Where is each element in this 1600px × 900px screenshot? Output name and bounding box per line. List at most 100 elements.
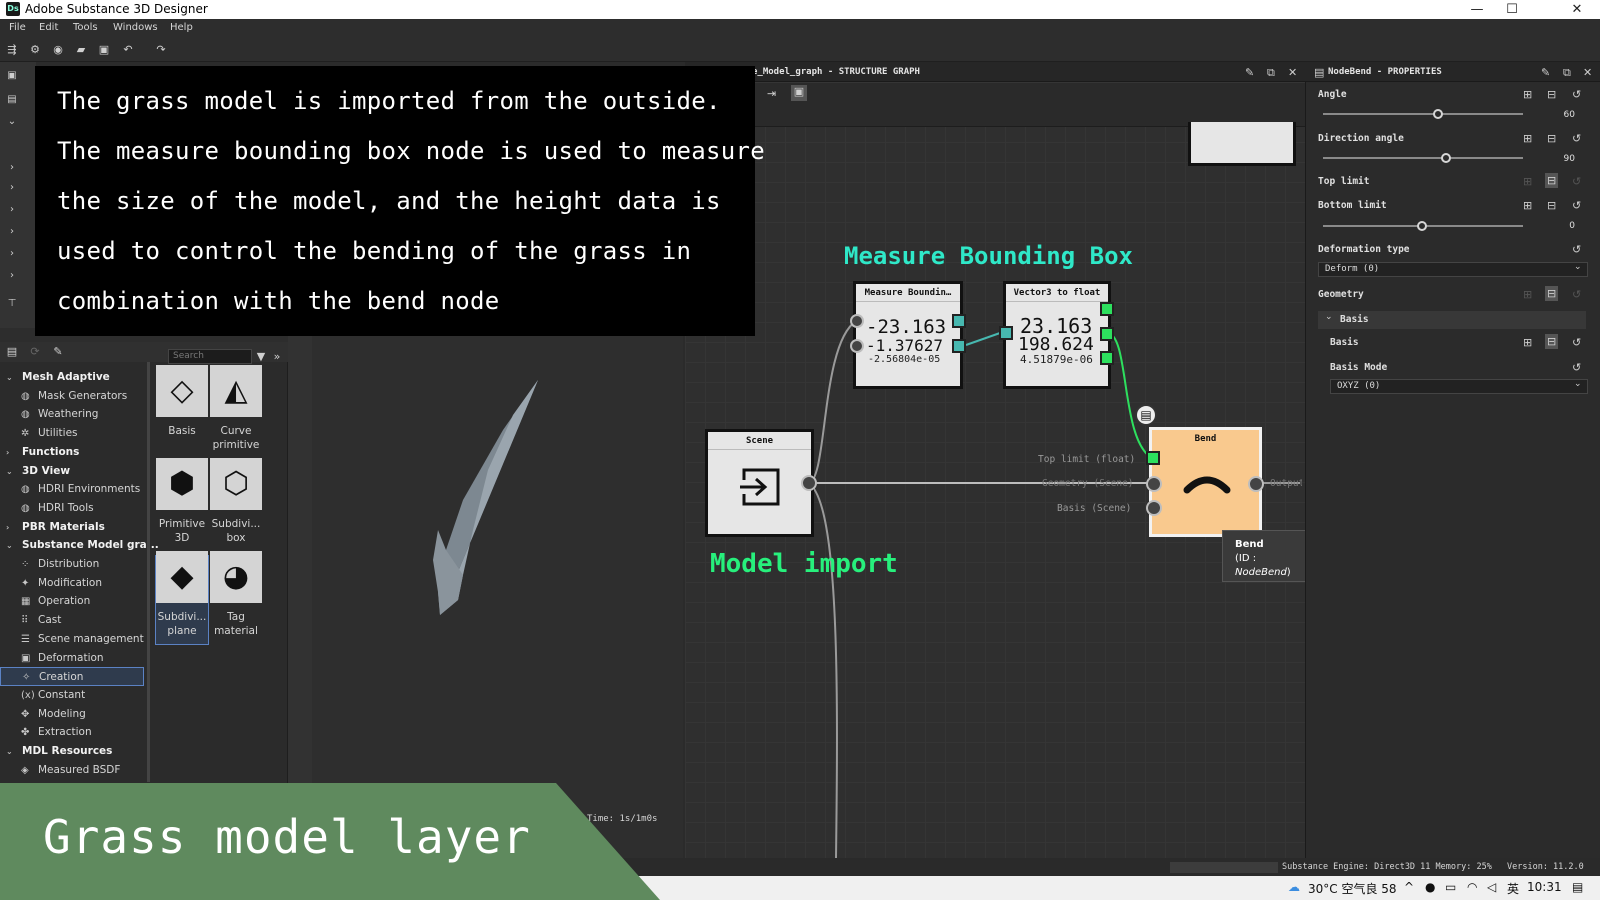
reset-icon[interactable]: ↺ — [1572, 132, 1581, 145]
direction-angle-slider[interactable] — [1323, 157, 1523, 159]
vector3-to-float-node[interactable]: Vector3 to float 23.163 198.624 4.51879e… — [1003, 281, 1111, 389]
tree-category[interactable]: ⌄ Substance Model gra... — [0, 536, 159, 555]
deformation-type-dropdown[interactable]: Deform (0) — [1318, 262, 1588, 277]
weather-icon[interactable]: ☁ — [1288, 880, 1300, 894]
comment-icon[interactable]: ▤ — [1135, 404, 1157, 426]
layout-icon[interactable]: ▣ — [791, 85, 807, 101]
library-tile[interactable]: ⬡ — [210, 458, 262, 510]
direction-angle-slider-knob[interactable] — [1441, 153, 1451, 163]
function-icon[interactable]: ⊟ — [1545, 173, 1559, 188]
output-port[interactable] — [952, 314, 966, 328]
library-scrollbar[interactable] — [147, 362, 150, 782]
reset-icon[interactable]: ↺ — [1572, 175, 1581, 188]
float-icon[interactable]: ⧉ — [1563, 66, 1571, 80]
tree-category[interactable]: ⌄ 3D View — [0, 462, 144, 481]
redo-icon[interactable]: ↷ — [154, 43, 168, 57]
clock[interactable]: 10:31 — [1527, 880, 1562, 894]
expose-icon[interactable]: ⊞ — [1523, 175, 1532, 188]
expose-icon[interactable]: ⊞ — [1523, 88, 1532, 101]
collapse-arrow-icon[interactable]: › — [6, 204, 18, 216]
output-port[interactable] — [952, 339, 966, 353]
tree-item[interactable]: ◍ HDRI Environments — [0, 480, 144, 499]
undo-icon[interactable]: ↶ — [121, 43, 135, 57]
tree-item[interactable]: ✤ Extraction — [0, 723, 144, 742]
weather-text[interactable]: 30°C 空气良 58 — [1308, 880, 1397, 897]
scene-node[interactable]: Scene — [705, 429, 814, 537]
dock-icon[interactable]: ⊤ — [6, 298, 18, 310]
geometry-port[interactable] — [1146, 476, 1162, 492]
angle-slider[interactable] — [1323, 113, 1523, 115]
bend-node[interactable]: Bend — [1149, 427, 1262, 537]
sync-icon[interactable]: ⟳ — [28, 345, 42, 359]
expose-icon[interactable]: ⊞ — [1523, 336, 1532, 349]
input-port[interactable] — [850, 339, 864, 353]
edit-icon[interactable]: ✎ — [51, 345, 65, 359]
library-tile[interactable]: ◕ — [210, 551, 262, 603]
chevron-down-icon[interactable]: ⌄ — [1574, 262, 1582, 272]
output-port[interactable] — [1100, 351, 1114, 365]
tree-item[interactable]: ✧ Creation — [0, 667, 144, 687]
chevron-up-icon[interactable]: ^ — [1404, 880, 1414, 894]
notification-icon[interactable]: ▤ — [1572, 880, 1583, 894]
tree-item[interactable]: ◈ Measured BSDF — [0, 761, 144, 780]
chevron-down-icon[interactable]: ⌄ — [6, 742, 13, 761]
function-icon[interactable]: ⊟ — [1547, 88, 1556, 101]
basis-mode-dropdown[interactable]: OXYZ (0) — [1330, 379, 1588, 394]
close-button[interactable]: ✕ — [1562, 0, 1592, 19]
function-icon[interactable]: ⊟ — [1545, 286, 1559, 301]
menu-windows[interactable]: Windows — [113, 22, 158, 33]
battery-icon[interactable]: ▭ — [1445, 880, 1456, 894]
chevron-down-icon[interactable]: ⌄ — [1574, 379, 1582, 389]
menu-edit[interactable]: Edit — [39, 22, 58, 33]
tree-item[interactable]: ▣ Deformation — [0, 649, 144, 668]
input-port[interactable] — [999, 326, 1013, 340]
output-port[interactable] — [1100, 327, 1114, 341]
tree-item[interactable]: (x) Constant — [0, 686, 144, 705]
function-icon[interactable]: ⊟ — [1547, 132, 1556, 145]
float-icon[interactable]: ⧉ — [1267, 66, 1275, 80]
reset-icon[interactable]: ↺ — [1572, 88, 1581, 101]
measure-bounding-box-node[interactable]: Measure Boundin… -23.163 -1.37627 -2.568… — [853, 281, 963, 389]
chevron-down-icon[interactable]: ⌄ — [6, 368, 13, 387]
reset-icon[interactable]: ↺ — [1572, 336, 1581, 349]
minimize-button[interactable]: — — [1462, 0, 1492, 19]
connect-icon[interactable]: ⇥ — [767, 87, 776, 100]
save-package-icon[interactable]: ▤ — [6, 94, 18, 106]
library-tile[interactable]: ◆ — [156, 551, 208, 603]
function-icon[interactable]: ⊟ — [1547, 199, 1556, 212]
reset-icon[interactable]: ↺ — [1572, 361, 1581, 374]
close-panel-icon[interactable]: ✕ — [1288, 66, 1297, 79]
tree-item[interactable]: ▦ Operation — [0, 592, 144, 611]
menu-tools[interactable]: Tools — [73, 22, 98, 33]
reset-icon[interactable]: ↺ — [1572, 199, 1581, 212]
expose-icon[interactable]: ⊞ — [1523, 288, 1532, 301]
close-panel-icon[interactable]: ✕ — [1583, 66, 1592, 79]
bottom-limit-slider-knob[interactable] — [1417, 221, 1427, 231]
output-port[interactable] — [1248, 476, 1264, 492]
tree-item[interactable]: ✦ Modification — [0, 574, 144, 593]
3d-viewport[interactable] — [288, 330, 683, 858]
volume-icon[interactable]: ◁ — [1487, 880, 1496, 894]
new-graph-icon[interactable]: ⇶ — [5, 43, 19, 57]
tree-item[interactable]: ⠿ Cast — [0, 611, 144, 630]
pin-icon[interactable]: ✎ — [1541, 66, 1550, 79]
reset-icon[interactable]: ↺ — [1572, 288, 1581, 301]
chevron-right-icon[interactable]: › — [6, 443, 9, 462]
maximize-button[interactable]: ☐ — [1497, 0, 1527, 19]
collapse-arrow-icon[interactable]: › — [6, 182, 18, 194]
tree-item[interactable]: ◍ Weathering — [0, 405, 144, 424]
tree-item[interactable]: ☰ Scene management — [0, 630, 144, 649]
new-package-icon[interactable]: ⚙ — [28, 43, 42, 57]
chevron-down-icon[interactable]: ⌄ — [1325, 312, 1333, 322]
tree-item[interactable]: ◍ Mask Generators — [0, 387, 144, 406]
expose-icon[interactable]: ⊞ — [1523, 199, 1532, 212]
filter-icon[interactable]: ▼ — [254, 350, 268, 364]
function-icon[interactable]: ⊟ — [1545, 334, 1559, 349]
direction-angle-value[interactable]: 90 — [1545, 154, 1575, 164]
explorer-icon[interactable]: ▣ — [6, 70, 18, 82]
load-package-icon[interactable]: ◉ — [51, 43, 65, 57]
tree-category[interactable]: ⌄ MDL Resources — [0, 742, 144, 761]
output-port[interactable] — [801, 475, 817, 491]
open-folder-icon[interactable]: ▰ — [74, 43, 88, 57]
tree-item[interactable]: ✥ Modeling — [0, 705, 144, 724]
